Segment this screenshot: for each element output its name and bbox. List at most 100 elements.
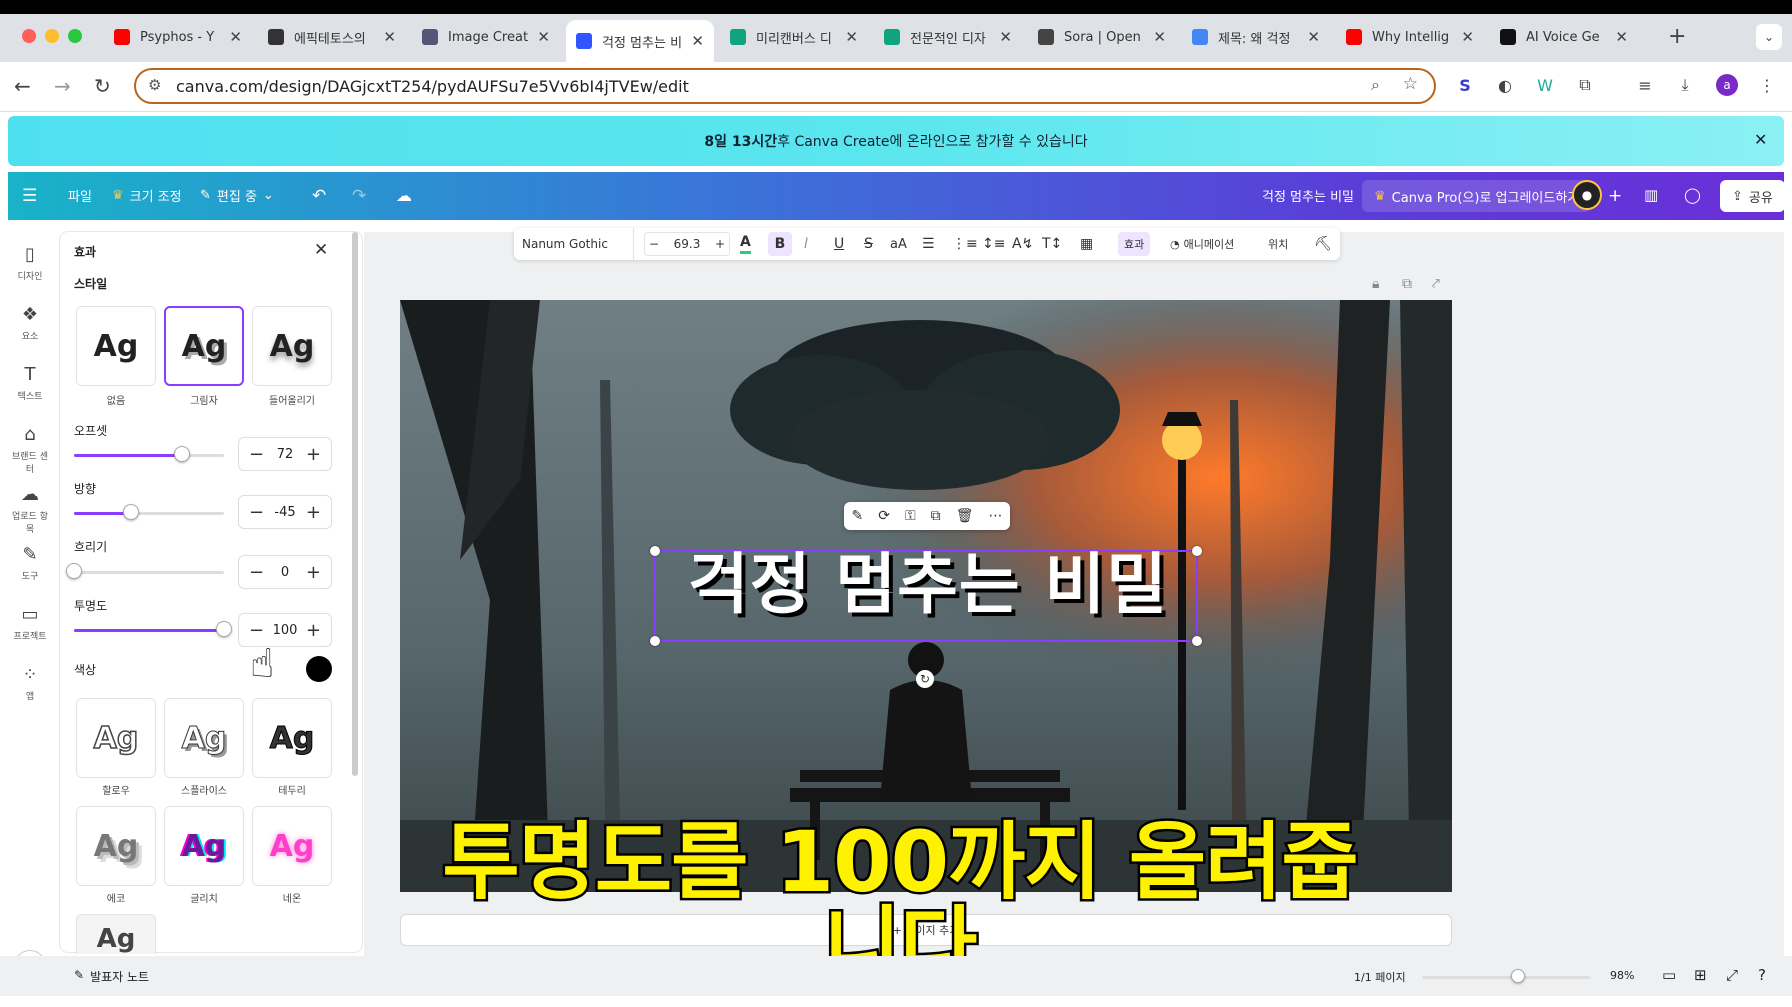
tab-close-icon[interactable]: ✕ [229,28,242,46]
redo-icon[interactable]: ↷ [352,186,366,206]
rotate-icon[interactable]: ⟳ [878,508,890,524]
blur-slider[interactable] [74,571,224,574]
tab-close-icon[interactable]: ✕ [537,28,550,46]
document-title[interactable]: 걱정 멈추는 비밀 [1262,186,1354,205]
file-menu[interactable]: 파일 [68,186,92,205]
style-card[interactable]: Ag [164,698,244,778]
media-queue-icon[interactable]: ≡ [1634,74,1656,96]
blur-slider-handle[interactable] [66,563,82,579]
resize-button[interactable]: ♛ 크기 조정 [112,186,182,205]
letter-case-button[interactable]: aA [890,228,907,260]
spacing-icon[interactable]: ↕≡ [982,228,1005,260]
font-size-stepper[interactable]: − 69.3 + [644,232,730,256]
panel-scrollbar[interactable] [352,232,358,776]
site-settings-icon[interactable]: ⚙ [148,76,161,94]
bold-button[interactable]: B [768,232,792,256]
grid-view-icon[interactable]: ⊞ [1694,966,1707,984]
text-color-icon[interactable]: A [740,232,751,254]
blur-value[interactable]: 0 [281,565,289,580]
browser-tab[interactable]: AI Voice Ge ✕ [1490,20,1638,54]
sidebar-item-apps[interactable]: ⁘ 앱 [8,664,52,702]
browser-tab[interactable]: 에픽테토스의 ✕ [258,20,406,54]
text-box-icon[interactable]: T↕ [1042,228,1062,260]
tab-close-icon[interactable]: ✕ [1153,28,1166,46]
font-size-value[interactable]: 69.3 [674,237,701,251]
direction-slider-handle[interactable] [123,504,139,520]
window-minimize-button[interactable] [45,29,59,43]
url-bar[interactable]: ⚙ canva.com/design/DAGjcxtT254/pydAUFSu7… [134,68,1436,104]
add-collaborator-icon[interactable]: + [1608,186,1622,206]
browser-tab[interactable]: Psyphos - Y ✕ [104,20,252,54]
style-card[interactable]: Ag [76,806,156,886]
undo-icon[interactable]: ↶ [312,186,326,206]
plus-icon[interactable]: + [306,562,321,583]
duplicate-page-icon[interactable]: ⧉ [1402,276,1412,292]
text-effects-a-icon[interactable]: A↯ [1012,228,1033,260]
align-icon[interactable]: ☰ [922,228,935,260]
share-button[interactable]: ⇪ 공유 [1720,180,1785,212]
underline-button[interactable]: U [834,228,844,260]
sidebar-item-upload[interactable]: ☁ 업로드 항목 [8,484,52,535]
fullscreen-icon[interactable]: ⤢ [1726,966,1738,984]
style-card-partial[interactable]: Ag [76,914,156,954]
browser-tab[interactable]: 전문적인 디자 ✕ [874,20,1022,54]
transparency-checker-icon[interactable]: ▦ [1080,228,1093,260]
browser-tab[interactable]: Sora | Open ✕ [1028,20,1176,54]
tab-close-icon[interactable]: ✕ [845,28,858,46]
effects-button[interactable]: 효과 [1118,232,1151,256]
plus-icon[interactable]: + [715,237,725,251]
window-close-button[interactable] [22,29,36,43]
offset-stepper[interactable]: −72 + [238,437,332,471]
browser-tab[interactable]: Image Creat ✕ [412,20,560,54]
sidebar-item-folder[interactable]: ▭ 프로젝트 [8,604,52,642]
browser-tab[interactable]: 제목: 왜 걱정 ✕ [1182,20,1330,54]
tab-close-icon[interactable]: ✕ [999,28,1012,46]
animate-button[interactable]: ◔ 애니메이션 [1170,228,1234,260]
transparency-value[interactable]: 100 [273,623,298,638]
minus-icon[interactable]: − [249,502,264,523]
plus-icon[interactable]: + [306,444,321,465]
window-maximize-button[interactable] [68,29,82,43]
bookmark-star-icon[interactable]: ☆ [1403,74,1418,94]
tab-close-icon[interactable]: ✕ [1307,28,1320,46]
sidebar-item-design[interactable]: ▯ 디자인 [8,244,52,282]
extension-w-icon[interactable]: W [1534,74,1556,96]
plus-icon[interactable]: + [306,502,321,523]
style-card[interactable]: Ag [76,306,156,386]
download-icon[interactable]: ⤓ [1674,74,1696,96]
offset-value[interactable]: 72 [277,447,294,462]
rotate-handle-icon[interactable]: ↻ [916,670,934,688]
font-family-select[interactable]: Nanum Gothic [514,228,634,260]
lock-page-icon[interactable]: 🔒︎ [1372,276,1379,292]
transparency-slider-handle[interactable] [216,621,232,637]
paint-format-icon[interactable]: ⛏ [1314,228,1332,260]
add-page-above-icon[interactable]: ⤤ [1432,276,1440,292]
page-view-icon[interactable]: ▭ [1662,966,1676,984]
profile-avatar[interactable]: a [1716,74,1738,96]
insights-chart-icon[interactable]: ▥ [1644,186,1658,204]
resize-handle[interactable] [1192,636,1202,646]
back-arrow-icon[interactable]: ← [14,74,31,98]
position-button[interactable]: 위치 [1268,228,1288,260]
minus-icon[interactable]: − [249,444,264,465]
comment-icon[interactable]: ◯ [1684,186,1701,204]
extension-s-icon[interactable]: S [1454,74,1476,96]
tab-close-icon[interactable]: ✕ [691,32,704,50]
direction-value[interactable]: -45 [274,505,295,520]
editing-mode-dropdown[interactable]: ✎ 편집 중 ⌄ [200,186,274,205]
cloud-save-icon[interactable]: ☁ [396,186,412,205]
zoom-value[interactable]: 98% [1610,969,1634,982]
upgrade-button[interactable]: ♛ Canva Pro(으)로 업그레이드하기 [1362,180,1592,212]
tab-search-chevron-icon[interactable]: ⌄ [1756,24,1782,50]
extension-ghost-icon[interactable]: ◐ [1494,74,1516,96]
browser-tab[interactable]: Why Intellig ✕ [1336,20,1484,54]
zoom-slider-handle[interactable] [1510,969,1525,983]
blur-stepper[interactable]: − 0 + [238,555,332,589]
extensions-puzzle-icon[interactable]: ⧉ [1574,74,1596,96]
title-text-element[interactable]: 걱정 멈추는 비밀 [656,552,1200,618]
user-avatar[interactable]: ● [1572,180,1602,210]
style-card[interactable]: Ag [252,806,332,886]
browser-tab[interactable]: 미리캔버스 디 ✕ [720,20,868,54]
style-card[interactable]: Ag [76,698,156,778]
style-card[interactable]: Ag [252,306,332,386]
